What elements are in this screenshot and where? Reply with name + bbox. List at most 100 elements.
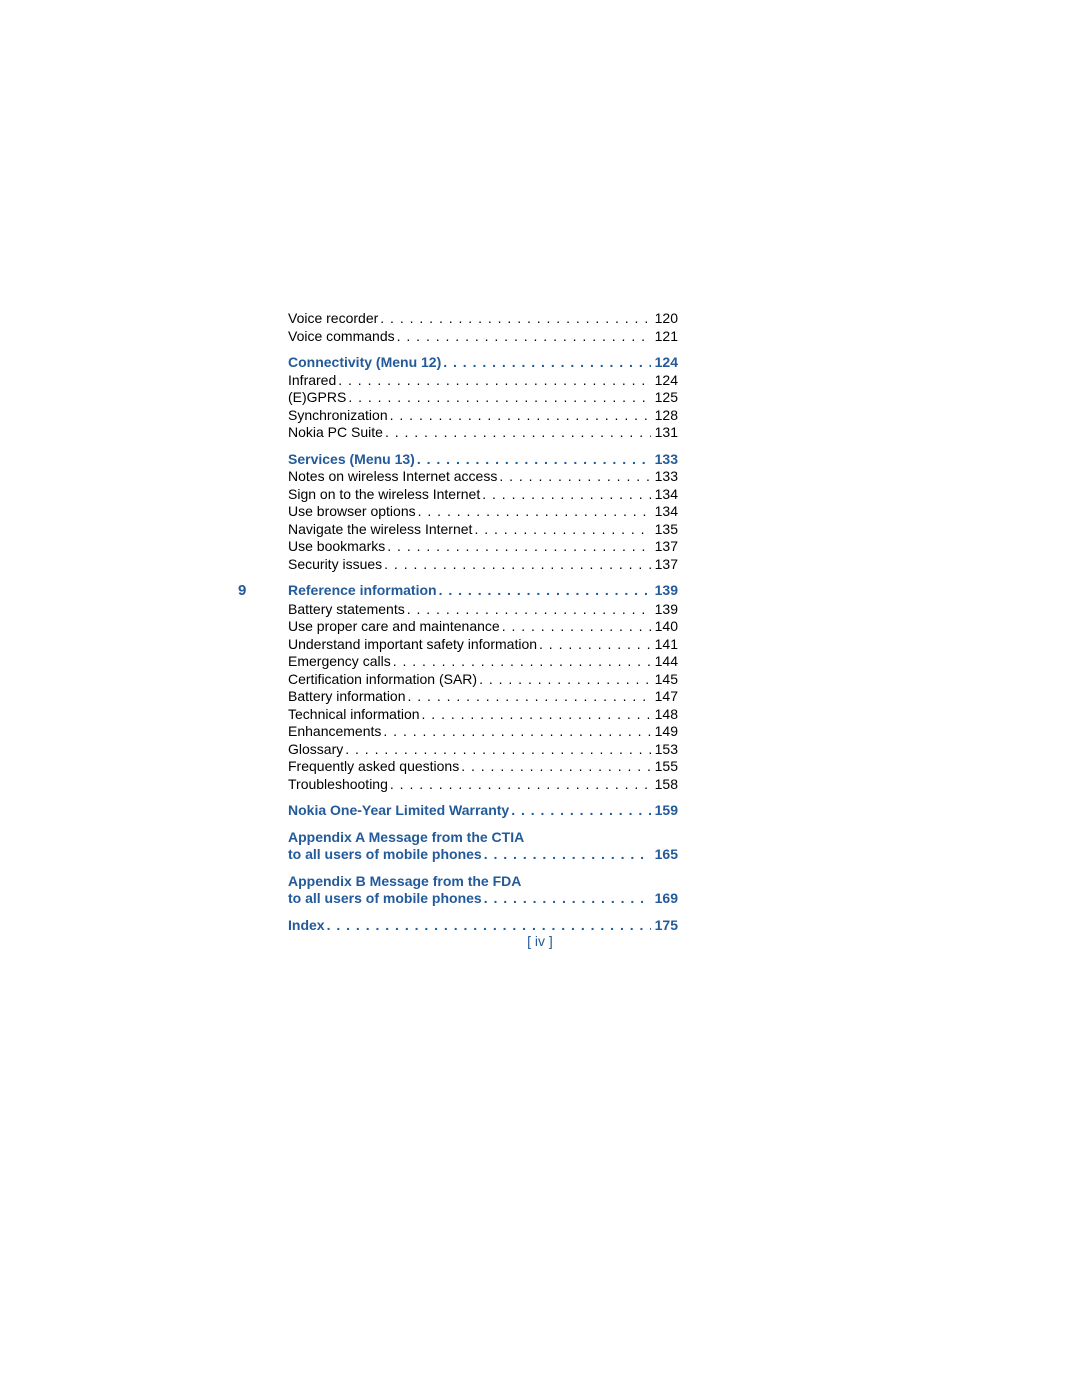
toc-page-number: 124 (651, 372, 678, 390)
toc-dot-leaders (420, 706, 651, 724)
toc-sub-entry: Frequently asked questions 155 (238, 758, 678, 776)
toc-page-number: 135 (651, 521, 678, 539)
toc-entry-title: Use proper care and maintenance (288, 618, 500, 636)
toc-dot-leaders (482, 890, 651, 908)
toc-dot-leaders (346, 389, 650, 407)
toc-section-entry: Connectivity (Menu 12) 124 (238, 354, 678, 372)
toc-entry-title: Battery statements (288, 601, 405, 619)
toc-sub-entry: Emergency calls144 (238, 653, 678, 671)
toc-page-number: 141 (651, 636, 678, 654)
toc-entry-title: Reference information (288, 582, 437, 600)
toc-page-number: 140 (651, 618, 678, 636)
page-footer: [ iv ] (0, 933, 1080, 949)
toc-dot-leaders (382, 556, 650, 574)
toc-entry-title: to all users of mobile phones (288, 846, 482, 864)
toc-dot-leaders (441, 354, 650, 372)
toc-dot-leaders (336, 372, 650, 390)
toc-section-entry: Services (Menu 13)133 (238, 451, 678, 469)
toc-dot-leaders (415, 451, 651, 469)
toc-sub-entry: Understand important safety information1… (238, 636, 678, 654)
toc-sub-entry: Voice commands121 (238, 328, 678, 346)
toc-sub-entry: Sign on to the wireless Internet 134 (238, 486, 678, 504)
toc-page-number: 139 (651, 601, 678, 619)
toc-sub-entry: Technical information148 (238, 706, 678, 724)
toc-sub-entry: Certification information (SAR) 145 (238, 671, 678, 689)
toc-sub-entry: Enhancements149 (238, 723, 678, 741)
toc-dot-leaders (388, 776, 651, 794)
toc-entry-title: Battery information (288, 688, 406, 706)
toc-entry-title: Troubleshooting (288, 776, 388, 794)
toc-entry-title: Synchronization (288, 407, 388, 425)
toc-dot-leaders (500, 618, 651, 636)
toc-entry-title: Connectivity (Menu 12) (288, 354, 441, 372)
toc-section-entry: 9Reference information 139 (238, 582, 678, 601)
table-of-contents: Voice recorder 120Voice commands121 Connec… (238, 310, 678, 934)
toc-sub-entry: Voice recorder 120 (238, 310, 678, 328)
toc-entry-title: Notes on wireless Internet access (288, 468, 497, 486)
toc-dot-leaders (406, 688, 651, 706)
toc-sub-entry: Battery information 147 (238, 688, 678, 706)
toc-section-entry: Appendix B Message from the FDA (238, 873, 678, 891)
toc-dot-leaders (497, 468, 650, 486)
toc-dot-leaders (343, 741, 650, 759)
toc-section-entry: Nokia One-Year Limited Warranty159 (238, 802, 678, 820)
toc-dot-leaders (459, 758, 650, 776)
toc-sub-entry: (E)GPRS125 (238, 389, 678, 407)
toc-dot-leaders (391, 653, 651, 671)
toc-page-number: 133 (651, 468, 678, 486)
toc-dot-leaders (480, 486, 650, 504)
toc-page-number: 159 (651, 802, 678, 820)
toc-entry-title: Sign on to the wireless Internet (288, 486, 480, 504)
toc-page-number: 137 (651, 538, 678, 556)
toc-entry-title: Technical information (288, 706, 420, 724)
toc-page-number: 134 (651, 486, 678, 504)
toc-section-continuation: to all users of mobile phones169 (238, 890, 678, 908)
toc-dot-leaders (383, 424, 651, 442)
toc-page-number: 133 (651, 451, 678, 469)
toc-sub-entry: Nokia PC Suite131 (238, 424, 678, 442)
toc-entry-title: Voice commands (288, 328, 395, 346)
toc-sub-entry: Infrared124 (238, 372, 678, 390)
toc-dot-leaders (472, 521, 650, 539)
toc-page-number: 124 (651, 354, 678, 372)
toc-dot-leaders (509, 802, 650, 820)
toc-page-number: 175 (651, 917, 678, 935)
toc-dot-leaders (537, 636, 651, 654)
toc-entry-title: Index (288, 917, 325, 935)
toc-entry-title: Glossary (288, 741, 343, 759)
toc-entry-title: Voice recorder (288, 310, 378, 328)
toc-entry-title: Navigate the wireless Internet (288, 521, 472, 539)
toc-dot-leaders (385, 538, 650, 556)
toc-entry-title: Frequently asked questions (288, 758, 459, 776)
toc-sub-entry: Security issues137 (238, 556, 678, 574)
toc-sub-entry: Glossary153 (238, 741, 678, 759)
toc-page-number: 128 (651, 407, 678, 425)
toc-page-number: 147 (651, 688, 678, 706)
toc-section-entry: Appendix A Message from the CTIA (238, 829, 678, 847)
toc-page-number: 139 (651, 582, 678, 600)
toc-dot-leaders (388, 407, 651, 425)
toc-dot-leaders (395, 328, 651, 346)
toc-dot-leaders (482, 846, 651, 864)
toc-section-continuation: to all users of mobile phones 165 (238, 846, 678, 864)
toc-page-number: 125 (651, 389, 678, 407)
toc-page-number: 155 (651, 758, 678, 776)
toc-dot-leaders (325, 917, 651, 935)
toc-page-number: 165 (651, 846, 678, 864)
toc-entry-title: Appendix B Message from the FDA (288, 873, 521, 891)
toc-dot-leaders (416, 503, 651, 521)
toc-entry-title: Certification information (SAR) (288, 671, 477, 689)
toc-page-number: 120 (651, 310, 678, 328)
toc-chapter-number: 9 (238, 582, 288, 601)
toc-entry-title: Use bookmarks (288, 538, 385, 556)
document-page: Voice recorder 120Voice commands121 Connec… (0, 0, 1080, 1397)
toc-page-number: 144 (651, 653, 678, 671)
toc-dot-leaders (378, 310, 650, 328)
toc-dot-leaders (437, 582, 651, 600)
toc-dot-leaders (381, 723, 650, 741)
toc-page-number: 131 (651, 424, 678, 442)
toc-sub-entry: Synchronization 128 (238, 407, 678, 425)
toc-page-number: 145 (651, 671, 678, 689)
toc-sub-entry: Use bookmarks 137 (238, 538, 678, 556)
toc-entry-title: Appendix A Message from the CTIA (288, 829, 524, 847)
